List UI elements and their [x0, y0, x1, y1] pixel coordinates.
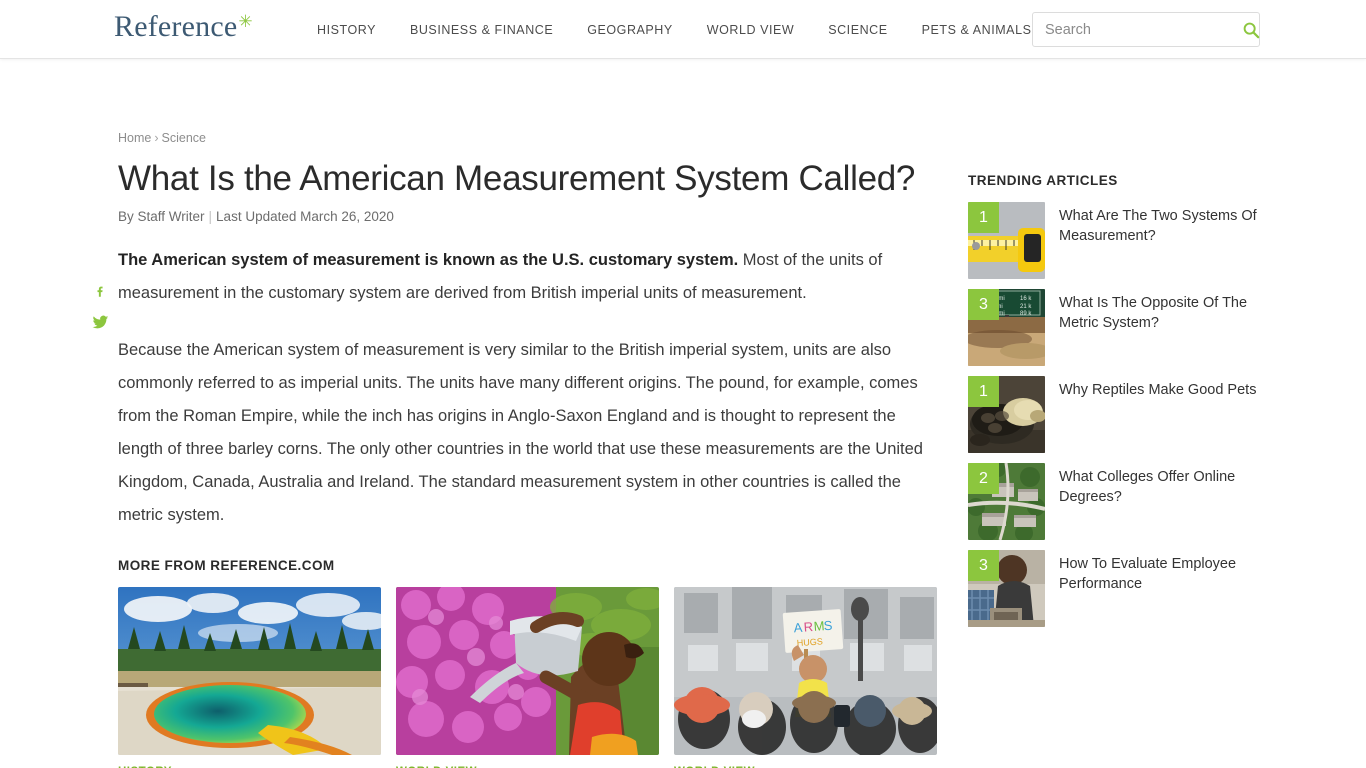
article-paragraph-2: Because the American system of measureme…: [118, 341, 923, 524]
search-icon: [1243, 22, 1260, 38]
breadcrumb: Home › Science: [118, 131, 938, 145]
trending-rank-badge: 3: [968, 289, 999, 320]
search-button[interactable]: [1242, 13, 1260, 46]
svg-text:A: A: [793, 620, 803, 636]
page-title: What Is the American Measurement System …: [118, 159, 916, 198]
trending-item[interactable]: 10 mi16 k 13 mi21 k 55 mi89 k 3 What Is …: [968, 289, 1258, 366]
page-body: Home › Science What Is the American Measur…: [0, 59, 1366, 768]
svg-text:21 k: 21 k: [1020, 304, 1032, 310]
article-lead-paragraph: The American system of measurement is kn…: [118, 244, 938, 310]
facebook-icon[interactable]: [93, 284, 108, 299]
site-logo[interactable]: Reference ✳: [114, 11, 253, 43]
more-from-card[interactable]: A R M S HUGS: [674, 587, 937, 768]
road-sign-distance-image[interactable]: 10 mi16 k 13 mi21 k 55 mi89 k 3: [968, 289, 1045, 366]
search-input[interactable]: [1033, 21, 1242, 38]
svg-text:89 k: 89 k: [1020, 311, 1032, 317]
trending-rank-badge: 1: [968, 202, 999, 233]
nav-item-geography[interactable]: GEOGRAPHY: [570, 23, 690, 37]
nav-item-world-view[interactable]: WORLD VIEW: [690, 23, 811, 37]
nav-item-science[interactable]: SCIENCE: [811, 23, 904, 37]
breadcrumb-home[interactable]: Home: [118, 131, 151, 145]
article-body: The American system of measurement is kn…: [118, 244, 938, 532]
more-from-card[interactable]: HISTORY As the NPS Turns 106, Explore Ye…: [118, 587, 381, 768]
trending-item[interactable]: 1 What Are The Two Systems Of Measuremen…: [968, 202, 1258, 279]
article-byline: By Staff Writer | Last Updated March 26, 2…: [118, 209, 938, 224]
girl-watering-flowers-image[interactable]: [396, 587, 659, 755]
byline-separator: |: [208, 209, 213, 224]
lead-bold-sentence: The American system of measurement is kn…: [118, 251, 739, 269]
svg-text:R: R: [803, 619, 813, 635]
nav-item-history[interactable]: HISTORY: [300, 23, 393, 37]
social-share-rail: [88, 284, 112, 330]
trending-title[interactable]: How To Evaluate Employee Performance: [1059, 550, 1258, 627]
main-navigation: HISTORY BUSINESS & FINANCE GEOGRAPHY WOR…: [300, 0, 1048, 59]
byline-date: Last Updated March 26, 2020: [216, 209, 394, 224]
office-worker-image[interactable]: 3: [968, 550, 1045, 627]
more-from-heading: MORE FROM REFERENCE.COM: [118, 558, 335, 573]
yellowstone-hot-spring-image[interactable]: [118, 587, 381, 755]
trending-item[interactable]: 2 What Colleges Offer Online Degrees?: [968, 463, 1258, 540]
nav-item-pets-animals[interactable]: PETS & ANIMALS: [905, 23, 1049, 37]
trending-item[interactable]: 1 Why Reptiles Make Good Pets: [968, 376, 1258, 453]
twitter-icon[interactable]: [92, 315, 109, 330]
trending-heading: TRENDING ARTICLES: [968, 173, 1118, 188]
trending-item[interactable]: 3 How To Evaluate Employee Performance: [968, 550, 1258, 627]
article-column: Home › Science What Is the American Measur…: [118, 131, 938, 768]
trending-rank-badge: 3: [968, 550, 999, 581]
trending-title[interactable]: What Is The Opposite Of The Metric Syste…: [1059, 289, 1258, 366]
more-from-card-row: HISTORY As the NPS Turns 106, Explore Ye…: [118, 587, 938, 768]
breadcrumb-separator: ›: [154, 131, 159, 145]
trending-rank-badge: 2: [968, 463, 999, 494]
trending-title[interactable]: What Colleges Offer Online Degrees?: [1059, 463, 1258, 540]
campus-aerial-image[interactable]: 2: [968, 463, 1045, 540]
trending-sidebar: TRENDING ARTICLES 1 What Are The Two Sys…: [968, 173, 1258, 637]
trending-title[interactable]: Why Reptiles Make Good Pets: [1059, 376, 1256, 453]
trending-title[interactable]: What Are The Two Systems Of Measurement?: [1059, 202, 1258, 279]
tortoise-image[interactable]: 1: [968, 376, 1045, 453]
byline-author: By Staff Writer: [118, 209, 205, 224]
tape-measure-image[interactable]: 1: [968, 202, 1045, 279]
svg-text:HUGS: HUGS: [796, 636, 823, 648]
search-box[interactable]: [1032, 12, 1260, 47]
svg-text:16 k: 16 k: [1020, 296, 1032, 302]
more-from-card[interactable]: WORLD VIEW Build Better Biodiversity: Ho…: [396, 587, 659, 768]
logo-text: Reference: [114, 10, 238, 43]
site-header: Reference ✳ HISTORY BUSINESS & FINANCE G…: [0, 0, 1366, 59]
asterisk-icon: ✳: [238, 12, 253, 31]
breadcrumb-science[interactable]: Science: [162, 131, 206, 145]
nav-item-business-finance[interactable]: BUSINESS & FINANCE: [393, 23, 570, 37]
trending-rank-badge: 1: [968, 376, 999, 407]
svg-text:S: S: [823, 618, 833, 634]
protest-crowd-image[interactable]: A R M S HUGS: [674, 587, 937, 755]
